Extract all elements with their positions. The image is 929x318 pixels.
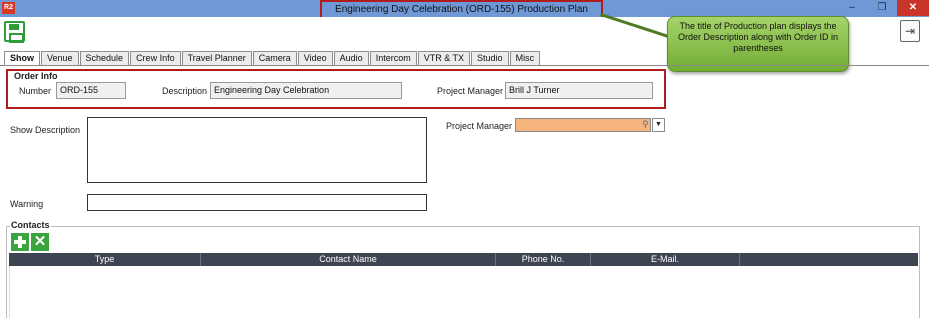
- tab-show[interactable]: Show: [4, 51, 40, 65]
- add-contact-button[interactable]: [11, 233, 29, 251]
- show-description-label: Show Description: [10, 125, 81, 135]
- chevron-down-icon[interactable]: ▼: [652, 118, 665, 132]
- tab-intercom[interactable]: Intercom: [369, 51, 417, 65]
- warning-input[interactable]: [87, 194, 427, 211]
- tab-camera[interactable]: Camera: [252, 51, 297, 65]
- order-description-field: Engineering Day Celebration: [210, 82, 402, 99]
- column-phone-no[interactable]: Phone No.: [496, 253, 591, 266]
- tab-schedule[interactable]: Schedule: [79, 51, 130, 65]
- tab-vtr-tx[interactable]: VTR & TX: [417, 51, 471, 65]
- order-description-label: Description: [162, 86, 208, 96]
- column-email[interactable]: E-Mail.: [591, 253, 740, 266]
- project-manager-label: Project Manager: [446, 121, 513, 131]
- tab-audio[interactable]: Audio: [333, 51, 369, 65]
- delete-contact-button[interactable]: ✕: [31, 233, 49, 251]
- exit-icon[interactable]: ⇥: [900, 20, 920, 42]
- warning-label: Warning: [10, 199, 44, 209]
- contacts-legend: Contacts: [10, 220, 51, 230]
- order-project-manager-field: Brill J Turner: [505, 82, 653, 99]
- order-info-legend: Order Info: [14, 71, 58, 81]
- annotation-callout: The title of Production plan displays th…: [667, 16, 849, 72]
- close-button[interactable]: ✕: [897, 0, 929, 16]
- order-number-label: Number: [19, 86, 52, 96]
- tab-studio[interactable]: Studio: [471, 51, 509, 65]
- tab-strip: Show Venue Schedule Crew Info Travel Pla…: [4, 51, 541, 65]
- app-icon: R2: [2, 2, 15, 14]
- column-type[interactable]: Type: [9, 253, 201, 266]
- tab-venue[interactable]: Venue: [41, 51, 79, 65]
- tab-divider: [0, 65, 929, 66]
- column-contact-name[interactable]: Contact Name: [201, 253, 496, 266]
- contacts-grid-body[interactable]: [9, 266, 918, 318]
- save-icon[interactable]: [4, 21, 25, 43]
- search-icon[interactable]: ⚲: [642, 117, 652, 131]
- contacts-grid-header: Type Contact Name Phone No. E-Mail.: [9, 253, 918, 266]
- tab-video[interactable]: Video: [297, 51, 333, 65]
- minimize-button[interactable]: –: [838, 0, 866, 16]
- title-bar: R2 Engineering Day Celebration (ORD-155)…: [0, 0, 929, 19]
- column-filler: [740, 253, 918, 266]
- tab-crew-info[interactable]: Crew Info: [130, 51, 181, 65]
- project-manager-select[interactable]: [515, 118, 651, 132]
- tab-travel-planner[interactable]: Travel Planner: [181, 51, 252, 65]
- order-project-manager-label: Project Manager: [437, 86, 504, 96]
- tab-misc[interactable]: Misc: [509, 51, 541, 65]
- order-number-field: ORD-155: [56, 82, 126, 99]
- maximize-button[interactable]: ❐: [868, 0, 896, 16]
- show-description-input[interactable]: [87, 117, 427, 183]
